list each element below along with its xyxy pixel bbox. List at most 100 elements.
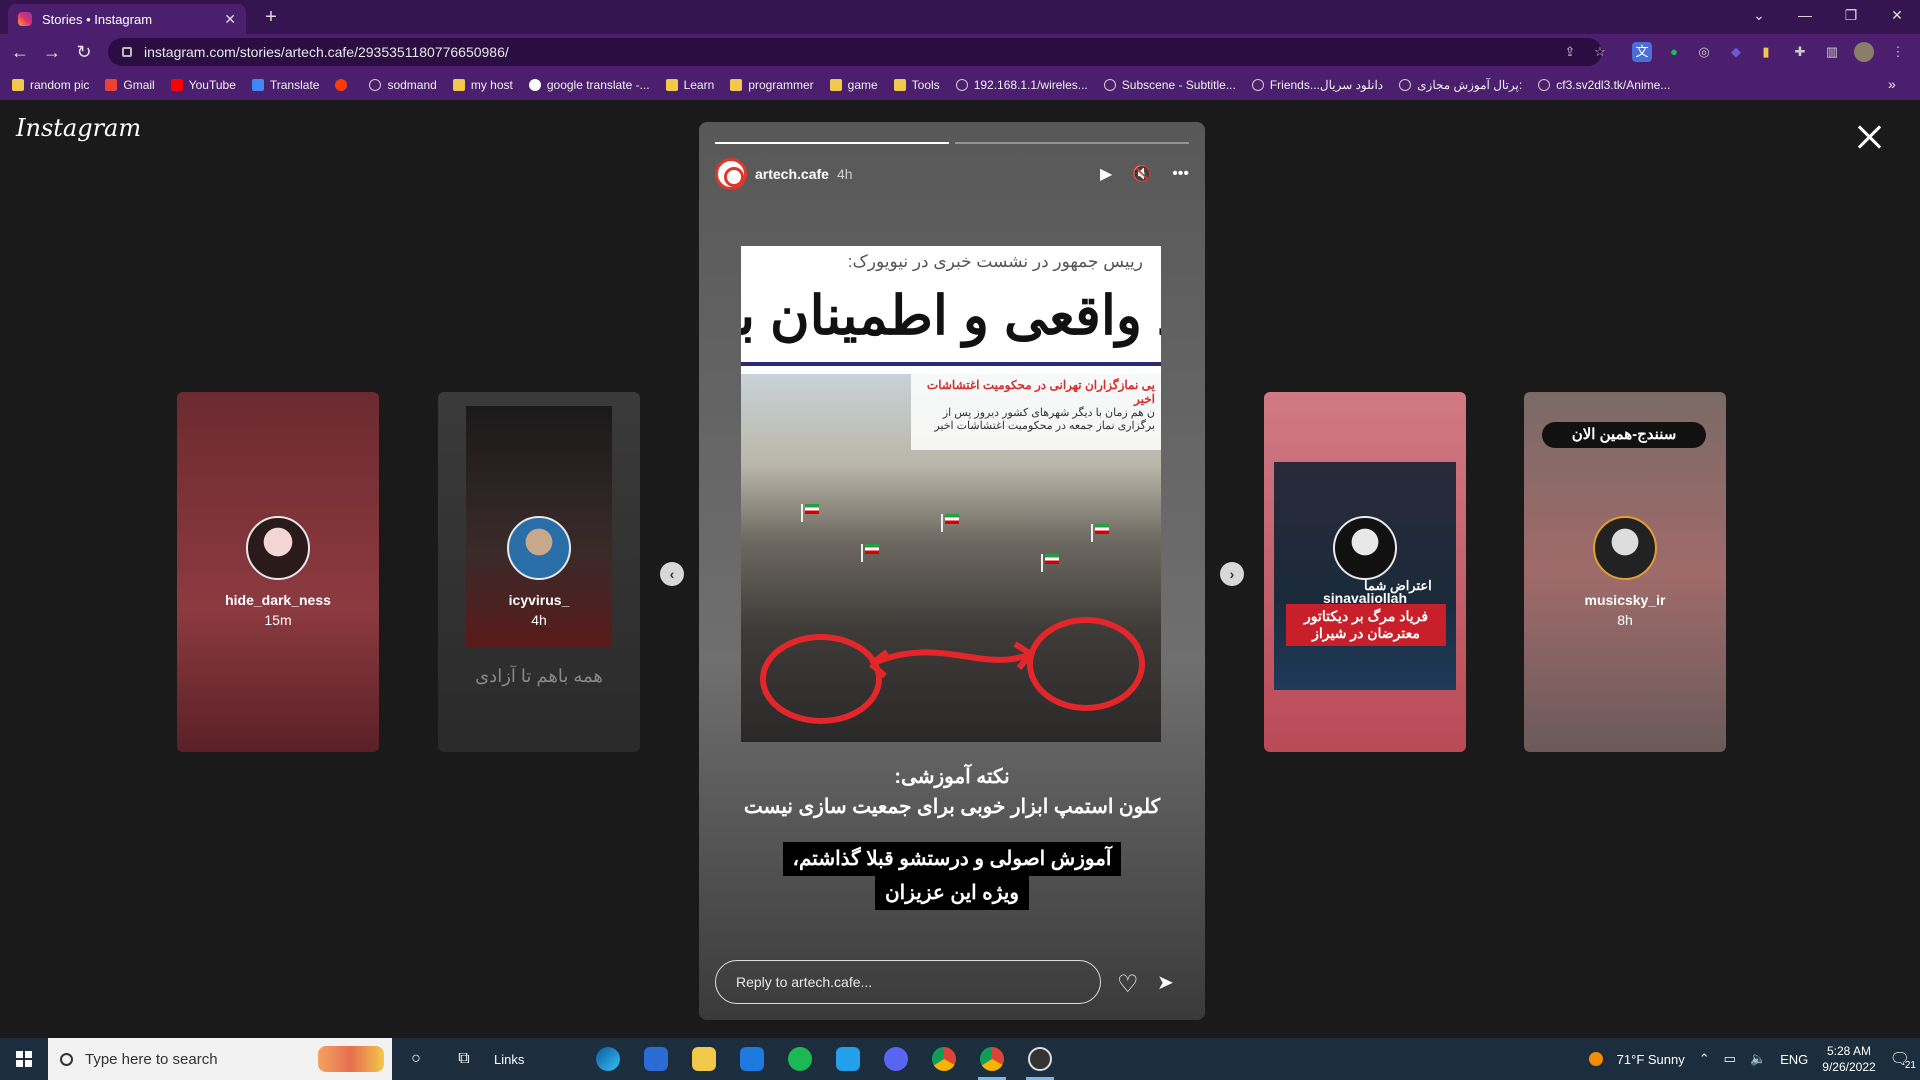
store-icon[interactable] xyxy=(632,1038,680,1080)
window-close-button[interactable]: ✕ xyxy=(1874,0,1920,30)
tab-close-icon[interactable]: ✕ xyxy=(224,11,236,28)
close-viewer-icon[interactable] xyxy=(1856,124,1882,150)
reply-input[interactable]: Reply to artech.cafe... xyxy=(715,960,1101,1004)
play-icon[interactable]: ▶ xyxy=(1100,164,1112,184)
bookmark-label: programmer xyxy=(748,78,814,92)
avatar xyxy=(246,516,310,580)
extension-sync-icon[interactable]: ◎ xyxy=(1694,42,1714,62)
bookmarks-overflow-icon[interactable]: » xyxy=(1888,76,1896,92)
story-preview-musicsky-ir[interactable]: سنندج-همین الان musicsky_ir 8h xyxy=(1524,392,1726,752)
bookmark-item[interactable]: 192.168.1.1/wireles... xyxy=(955,78,1088,92)
wamp-icon[interactable] xyxy=(1016,1038,1064,1080)
chrome-menu-icon[interactable]: ⋮ xyxy=(1888,42,1908,62)
url-bar[interactable]: instagram.com/stories/artech.cafe/293535… xyxy=(108,38,1602,66)
discord-icon[interactable] xyxy=(872,1038,920,1080)
bookmark-item[interactable]: Subscene - Subtitle... xyxy=(1103,78,1236,92)
bookmark-item[interactable]: YouTube xyxy=(170,78,236,92)
reddit-icon xyxy=(335,79,348,91)
windows-logo-icon xyxy=(16,1051,32,1067)
tab-stories[interactable]: Stories • Instagram ✕ xyxy=(8,4,246,34)
extension-green-icon[interactable]: ● xyxy=(1664,42,1684,62)
start-button[interactable] xyxy=(0,1038,48,1080)
weather-text[interactable]: 71°F Sunny xyxy=(1617,1052,1685,1067)
search-placeholder: Type here to search xyxy=(85,1050,218,1068)
chrome-active-icon[interactable] xyxy=(968,1038,1016,1080)
avatar xyxy=(1593,516,1657,580)
back-button[interactable]: ← xyxy=(8,42,32,62)
clock-date: 9/26/2022 xyxy=(1822,1060,1876,1074)
bookmark-item[interactable]: Gmail xyxy=(105,78,155,92)
previous-story-button[interactable]: ‹ xyxy=(660,562,684,586)
bookmark-item[interactable]: Translate xyxy=(251,78,319,92)
story-preview-hide-dark-ness[interactable]: hide_dark_ness 15m xyxy=(177,392,379,752)
extension-lamp-icon[interactable]: ▮ xyxy=(1756,42,1776,62)
send-direct-icon[interactable]: ➤ xyxy=(1157,970,1174,995)
volume-icon[interactable]: 🔈 xyxy=(1750,1051,1766,1067)
reload-button[interactable]: ↻ xyxy=(72,42,96,62)
mail-icon[interactable] xyxy=(728,1038,776,1080)
bookmark-item[interactable]: Friends...دانلود سریال xyxy=(1251,78,1383,92)
chrome-icon[interactable] xyxy=(920,1038,968,1080)
bookmark-item[interactable]: random pic xyxy=(12,78,89,92)
bookmark-item[interactable]: programmer xyxy=(730,78,814,92)
news-headline: د واقعی و اطمینان بخ xyxy=(741,286,1161,346)
forward-button[interactable]: → xyxy=(40,42,64,62)
story-username[interactable]: artech.cafe xyxy=(755,166,829,182)
story-text-line-3: آموزش اصولی و درستشو قبلا گذاشتم، xyxy=(782,842,1122,876)
bookmark-item[interactable]: Learn xyxy=(665,78,714,92)
more-options-icon[interactable]: ••• xyxy=(1172,165,1189,183)
extension-badge-icon[interactable]: ◆ xyxy=(1726,42,1746,62)
bookmark-label: sodmand xyxy=(387,78,437,92)
bookmark-item[interactable]: game xyxy=(829,78,878,92)
cortana-icon[interactable]: ○ xyxy=(392,1038,440,1080)
mute-icon[interactable]: 🔇 xyxy=(1132,164,1152,184)
minimize-button[interactable]: — xyxy=(1782,0,1828,30)
language-indicator[interactable]: ENG xyxy=(1780,1052,1808,1067)
spotify-icon[interactable] xyxy=(776,1038,824,1080)
tab-search-icon[interactable]: ⌄ xyxy=(1736,0,1782,30)
url-text: instagram.com/stories/artech.cafe/293535… xyxy=(144,44,509,60)
news-caption: یی نمازگزاران تهرانی در محکومیت اغتشاشات… xyxy=(911,374,1161,450)
bookmark-item[interactable]: cf3.sv2dl3.tk/Anime... xyxy=(1538,78,1670,92)
story-text-highlight: آموزش اصولی و درستشو قبلا گذاشتم، ویژه ا… xyxy=(699,842,1205,910)
instagram-logo[interactable]: Instagram xyxy=(16,114,141,142)
news-subtitle: رییس جمهور در نشست خبری در نیویورک: xyxy=(847,252,1143,271)
network-icon[interactable]: ▭ xyxy=(1724,1051,1736,1067)
gmail-icon xyxy=(105,79,118,91)
story-preview-icyvirus[interactable]: icyvirus_ 4h همه باهم تا آزادی xyxy=(438,392,640,752)
bookmark-item[interactable]: Tools xyxy=(893,78,940,92)
bookmark-item[interactable]: google translate -... xyxy=(528,78,650,92)
profile-avatar[interactable] xyxy=(1854,42,1874,62)
links-toolbar[interactable]: Links xyxy=(494,1052,524,1067)
page-scrollbar[interactable] xyxy=(1904,100,1920,1038)
share-icon[interactable]: ⇪ xyxy=(1560,42,1580,62)
next-story-button[interactable]: › xyxy=(1220,562,1244,586)
globe-icon xyxy=(1251,79,1264,91)
side-panel-icon[interactable]: ▥ xyxy=(1822,42,1842,62)
restore-button[interactable]: ❐ xyxy=(1828,0,1874,30)
clock-time: 5:28 AM xyxy=(1826,1044,1871,1058)
new-tab-button[interactable]: + xyxy=(258,4,284,30)
taskbar-search[interactable]: Type here to search xyxy=(48,1038,392,1080)
file-explorer-icon[interactable] xyxy=(680,1038,728,1080)
story-preview-sinavaliollah[interactable]: sinavaliollah اعتراض شما 8h فریاد مرگ بر… xyxy=(1264,392,1466,752)
vscode-icon[interactable] xyxy=(824,1038,872,1080)
avatar[interactable] xyxy=(715,158,747,190)
bookmark-item[interactable] xyxy=(335,79,353,91)
notifications-icon[interactable]: 🗨 21 xyxy=(1890,1049,1916,1071)
like-heart-icon[interactable]: ♡ xyxy=(1117,970,1139,999)
extensions-puzzle-icon[interactable]: ✚ xyxy=(1790,42,1810,62)
translate-extension-icon[interactable]: 文 xyxy=(1632,42,1652,62)
clock[interactable]: 5:28 AM 9/26/2022 xyxy=(1822,1043,1875,1075)
bookmark-item[interactable]: sodmand xyxy=(369,78,437,92)
show-hidden-icons-icon[interactable]: ⌃ xyxy=(1699,1051,1710,1067)
task-view-icon[interactable]: ⧉ xyxy=(440,1038,488,1080)
edge-icon[interactable] xyxy=(584,1038,632,1080)
bookmark-item[interactable]: my host xyxy=(452,78,513,92)
story-overlay-text: همه باهم تا آزادی xyxy=(475,666,603,686)
bookmark-item[interactable]: پرتال آموزش مجازی: xyxy=(1399,78,1522,92)
main-story[interactable]: artech.cafe 4h ▶ 🔇 ••• رییس جمهور در نشس… xyxy=(699,122,1205,1020)
bookmark-label: پرتال آموزش مجازی: xyxy=(1417,78,1523,92)
bookmark-star-icon[interactable]: ☆ xyxy=(1590,42,1610,62)
globe-icon xyxy=(955,79,968,91)
